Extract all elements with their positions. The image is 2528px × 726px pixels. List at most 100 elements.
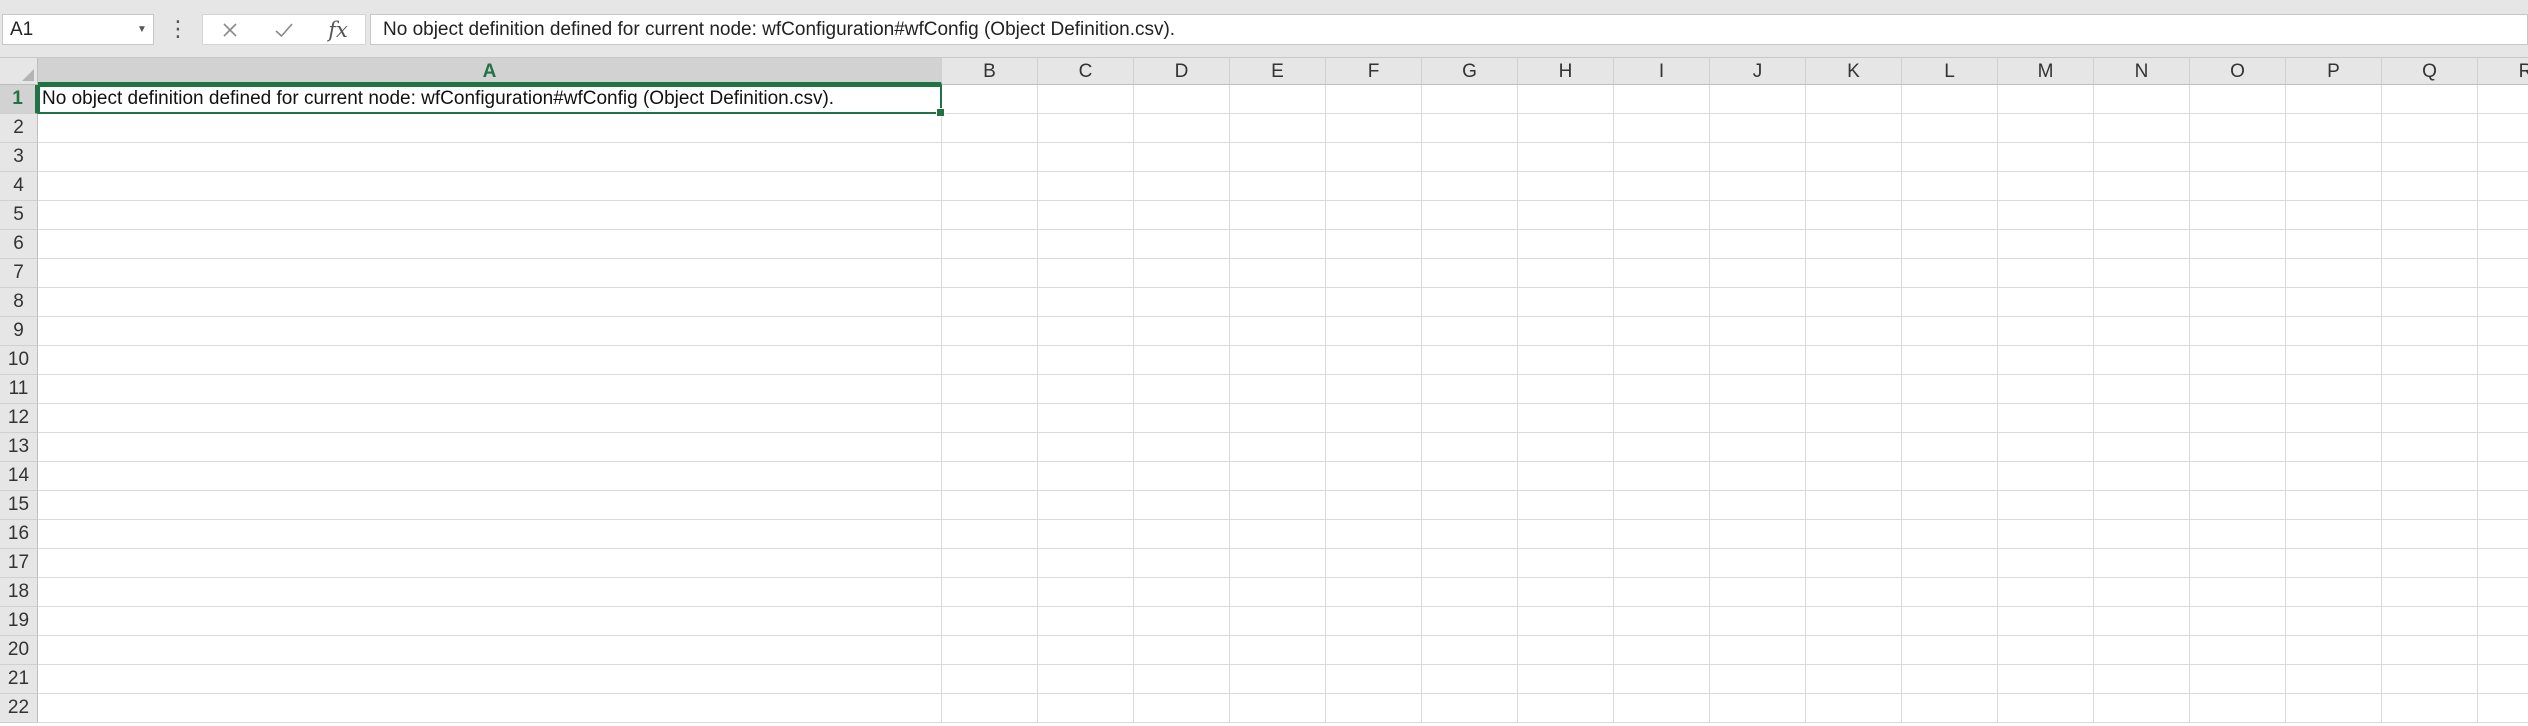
cell-c18[interactable] <box>1038 578 1134 607</box>
cell-e19[interactable] <box>1230 607 1326 636</box>
fill-handle[interactable] <box>936 108 945 117</box>
cell-l1[interactable] <box>1902 85 1998 114</box>
cell-q19[interactable] <box>2382 607 2478 636</box>
cell-c4[interactable] <box>1038 172 1134 201</box>
cell-r11[interactable] <box>2478 375 2528 404</box>
cell-j2[interactable] <box>1710 114 1806 143</box>
cell-h15[interactable] <box>1518 491 1614 520</box>
cell-n11[interactable] <box>2094 375 2190 404</box>
cell-p14[interactable] <box>2286 462 2382 491</box>
cell-i16[interactable] <box>1614 520 1710 549</box>
cell-j6[interactable] <box>1710 230 1806 259</box>
chevron-down-icon[interactable]: ▼ <box>131 24 153 35</box>
cell-h4[interactable] <box>1518 172 1614 201</box>
cell-m10[interactable] <box>1998 346 2094 375</box>
cell-j19[interactable] <box>1710 607 1806 636</box>
cell-r20[interactable] <box>2478 636 2528 665</box>
column-header-r[interactable]: R <box>2478 58 2528 85</box>
cell-m2[interactable] <box>1998 114 2094 143</box>
cell-q12[interactable] <box>2382 404 2478 433</box>
cell-p2[interactable] <box>2286 114 2382 143</box>
cell-p3[interactable] <box>2286 143 2382 172</box>
cell-r15[interactable] <box>2478 491 2528 520</box>
cell-d12[interactable] <box>1134 404 1230 433</box>
cell-j7[interactable] <box>1710 259 1806 288</box>
cell-k9[interactable] <box>1806 317 1902 346</box>
cell-h22[interactable] <box>1518 694 1614 723</box>
cell-p20[interactable] <box>2286 636 2382 665</box>
cell-e15[interactable] <box>1230 491 1326 520</box>
cell-a18[interactable] <box>38 578 942 607</box>
cell-n18[interactable] <box>2094 578 2190 607</box>
cell-q15[interactable] <box>2382 491 2478 520</box>
cell-m1[interactable] <box>1998 85 2094 114</box>
row-header-19[interactable]: 19 <box>0 607 38 636</box>
cell-g13[interactable] <box>1422 433 1518 462</box>
cell-g14[interactable] <box>1422 462 1518 491</box>
cell-d19[interactable] <box>1134 607 1230 636</box>
cell-a3[interactable] <box>38 143 942 172</box>
cell-k7[interactable] <box>1806 259 1902 288</box>
cell-g12[interactable] <box>1422 404 1518 433</box>
cell-l2[interactable] <box>1902 114 1998 143</box>
cell-n22[interactable] <box>2094 694 2190 723</box>
cell-m7[interactable] <box>1998 259 2094 288</box>
cell-f22[interactable] <box>1326 694 1422 723</box>
cell-o14[interactable] <box>2190 462 2286 491</box>
cell-b3[interactable] <box>942 143 1038 172</box>
cell-e22[interactable] <box>1230 694 1326 723</box>
cell-p19[interactable] <box>2286 607 2382 636</box>
cell-r3[interactable] <box>2478 143 2528 172</box>
cell-r4[interactable] <box>2478 172 2528 201</box>
cell-q17[interactable] <box>2382 549 2478 578</box>
cell-c15[interactable] <box>1038 491 1134 520</box>
cell-o12[interactable] <box>2190 404 2286 433</box>
cell-k10[interactable] <box>1806 346 1902 375</box>
cell-f6[interactable] <box>1326 230 1422 259</box>
cell-g11[interactable] <box>1422 375 1518 404</box>
cell-d11[interactable] <box>1134 375 1230 404</box>
cell-j10[interactable] <box>1710 346 1806 375</box>
row-header-20[interactable]: 20 <box>0 636 38 665</box>
cell-o5[interactable] <box>2190 201 2286 230</box>
cell-h13[interactable] <box>1518 433 1614 462</box>
cell-k5[interactable] <box>1806 201 1902 230</box>
cell-e21[interactable] <box>1230 665 1326 694</box>
cell-l17[interactable] <box>1902 549 1998 578</box>
cell-c11[interactable] <box>1038 375 1134 404</box>
cell-l16[interactable] <box>1902 520 1998 549</box>
column-header-h[interactable]: H <box>1518 58 1614 85</box>
cell-b7[interactable] <box>942 259 1038 288</box>
row-header-2[interactable]: 2 <box>0 114 38 143</box>
cell-f7[interactable] <box>1326 259 1422 288</box>
cell-c6[interactable] <box>1038 230 1134 259</box>
cell-j3[interactable] <box>1710 143 1806 172</box>
cell-k14[interactable] <box>1806 462 1902 491</box>
name-box-value[interactable]: A1 <box>3 19 131 41</box>
cell-o1[interactable] <box>2190 85 2286 114</box>
insert-function-button[interactable]: fx <box>316 16 360 44</box>
cell-b12[interactable] <box>942 404 1038 433</box>
cell-q20[interactable] <box>2382 636 2478 665</box>
cell-n1[interactable] <box>2094 85 2190 114</box>
cell-a1[interactable]: No object definition defined for current… <box>38 85 945 117</box>
cell-m17[interactable] <box>1998 549 2094 578</box>
cell-o22[interactable] <box>2190 694 2286 723</box>
cell-f8[interactable] <box>1326 288 1422 317</box>
cell-e3[interactable] <box>1230 143 1326 172</box>
cell-e11[interactable] <box>1230 375 1326 404</box>
cell-m19[interactable] <box>1998 607 2094 636</box>
cell-j17[interactable] <box>1710 549 1806 578</box>
cell-b18[interactable] <box>942 578 1038 607</box>
cell-q7[interactable] <box>2382 259 2478 288</box>
column-header-q[interactable]: Q <box>2382 58 2478 85</box>
cell-a8[interactable] <box>38 288 942 317</box>
cell-g19[interactable] <box>1422 607 1518 636</box>
cell-j20[interactable] <box>1710 636 1806 665</box>
cell-l4[interactable] <box>1902 172 1998 201</box>
cell-a4[interactable] <box>38 172 942 201</box>
row-header-18[interactable]: 18 <box>0 578 38 607</box>
cell-e6[interactable] <box>1230 230 1326 259</box>
cell-r12[interactable] <box>2478 404 2528 433</box>
row-header-16[interactable]: 16 <box>0 520 38 549</box>
